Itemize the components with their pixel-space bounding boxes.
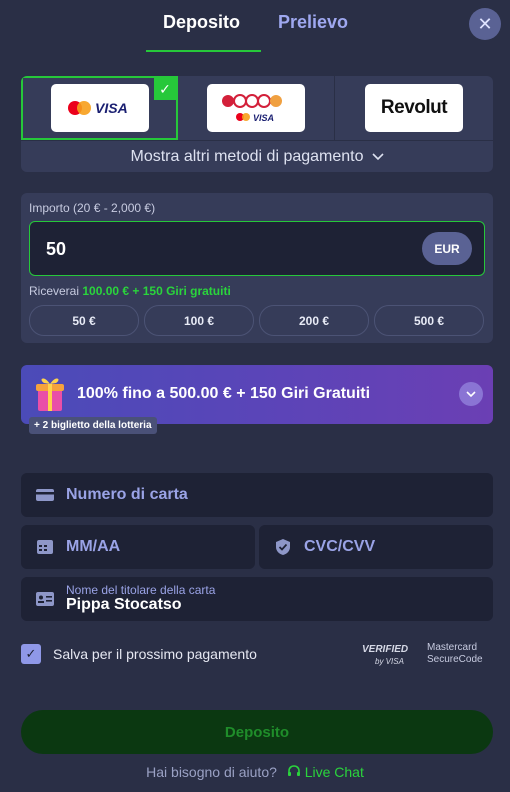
receive-summary: Riceverai 100.00 € + 150 Giri gratuiti — [29, 284, 231, 298]
tab-deposit[interactable]: Deposito — [163, 12, 240, 33]
help-row: Hai bisogno di aiuto? Live Chat — [0, 764, 510, 780]
show-more-methods-button[interactable]: Mostra altri metodi di pagamento — [21, 140, 493, 172]
svg-text:by VISA: by VISA — [375, 657, 404, 666]
card-number-field[interactable]: Numero di carta — [21, 473, 493, 517]
mastercard-visa-logo: VISA — [50, 84, 149, 132]
visa-logo-text-small: VISA — [253, 113, 274, 123]
tab-withdraw[interactable]: Prelievo — [278, 12, 348, 33]
close-button[interactable]: ✕ — [469, 8, 501, 40]
amount-input[interactable]: 50 EUR — [29, 221, 485, 276]
tab-bar: Deposito Prelievo ✕ — [0, 0, 510, 52]
expiry-field[interactable]: MM/AA — [21, 525, 255, 569]
chevron-down-icon — [466, 390, 476, 397]
save-card-row: ✓ Salva per il prossimo pagamento — [21, 643, 257, 665]
active-tab-indicator — [146, 50, 261, 52]
amount-value: 50 — [46, 239, 67, 259]
gift-icon — [36, 378, 64, 411]
amount-section: Importo (20 € - 2,000 €) 50 EUR Ricevera… — [21, 193, 493, 343]
card-holder-label: Nome del titolare della carta — [66, 583, 216, 597]
payment-methods: VISA ✓ VISA Revolut Mostra altri metodi … — [21, 76, 493, 172]
selected-check-icon: ✓ — [154, 78, 176, 100]
bonus-text: 100% fino a 500.00 € + 150 Giri Gratuiti — [77, 385, 371, 402]
quick-amount-100[interactable]: 100 € — [144, 305, 254, 336]
receive-value: 100.00 € + 150 Giri gratuiti — [82, 284, 231, 298]
amount-label: Importo (20 € - 2,000 €) — [29, 201, 156, 215]
currency-button[interactable]: EUR — [422, 232, 472, 265]
cvc-placeholder: CVC/CVV — [304, 538, 376, 555]
expiry-placeholder: MM/AA — [66, 538, 121, 555]
mastercard-securecode-logo: Mastercard SecureCode — [427, 642, 483, 665]
revolut-logo: Revolut — [365, 84, 463, 132]
shield-check-icon — [276, 539, 290, 555]
card-number-placeholder: Numero di carta — [66, 486, 188, 503]
live-chat-link[interactable]: Live Chat — [305, 764, 364, 780]
payment-method-cards-multi[interactable]: VISA — [178, 76, 335, 140]
lottery-badge: + 2 biglietto della lotteria — [29, 417, 157, 434]
save-card-label: Salva per il prossimo pagamento — [53, 646, 257, 662]
cvc-field[interactable]: CVC/CVV — [259, 525, 493, 569]
show-more-methods-label: Mostra altri metodi di pagamento — [130, 147, 364, 165]
quick-amount-50[interactable]: 50 € — [29, 305, 139, 336]
save-card-checkbox[interactable]: ✓ — [21, 644, 41, 664]
credit-card-icon — [36, 489, 54, 501]
svg-text:VERIFIED: VERIFIED — [362, 644, 408, 655]
deposit-button[interactable]: Deposito — [21, 710, 493, 754]
bonus-banner[interactable]: 100% fino a 500.00 € + 150 Giri Gratuiti — [21, 365, 493, 424]
verified-by-visa-logo: VERIFIED by VISA — [362, 644, 408, 666]
bonus-expand-button[interactable] — [459, 382, 483, 406]
headset-icon — [287, 765, 300, 776]
help-question: Hai bisogno di aiuto? — [146, 764, 277, 780]
payment-method-mastercard-visa[interactable]: VISA ✓ — [21, 76, 178, 140]
quick-amount-200[interactable]: 200 € — [259, 305, 369, 336]
revolut-logo-text: Revolut — [380, 97, 448, 118]
cards-multi-logo: VISA — [207, 84, 305, 132]
id-card-icon — [36, 592, 54, 606]
calendar-icon — [37, 540, 53, 554]
payment-method-revolut[interactable]: Revolut — [335, 76, 493, 140]
chevron-down-icon — [371, 152, 384, 160]
close-icon: ✕ — [477, 13, 493, 34]
visa-logo-text: VISA — [95, 100, 128, 116]
card-holder-field[interactable]: Nome del titolare della carta Pippa Stoc… — [21, 577, 493, 621]
quick-amount-500[interactable]: 500 € — [374, 305, 484, 336]
receive-prefix: Riceverai — [29, 284, 80, 298]
card-holder-value: Pippa Stocatso — [66, 596, 182, 613]
